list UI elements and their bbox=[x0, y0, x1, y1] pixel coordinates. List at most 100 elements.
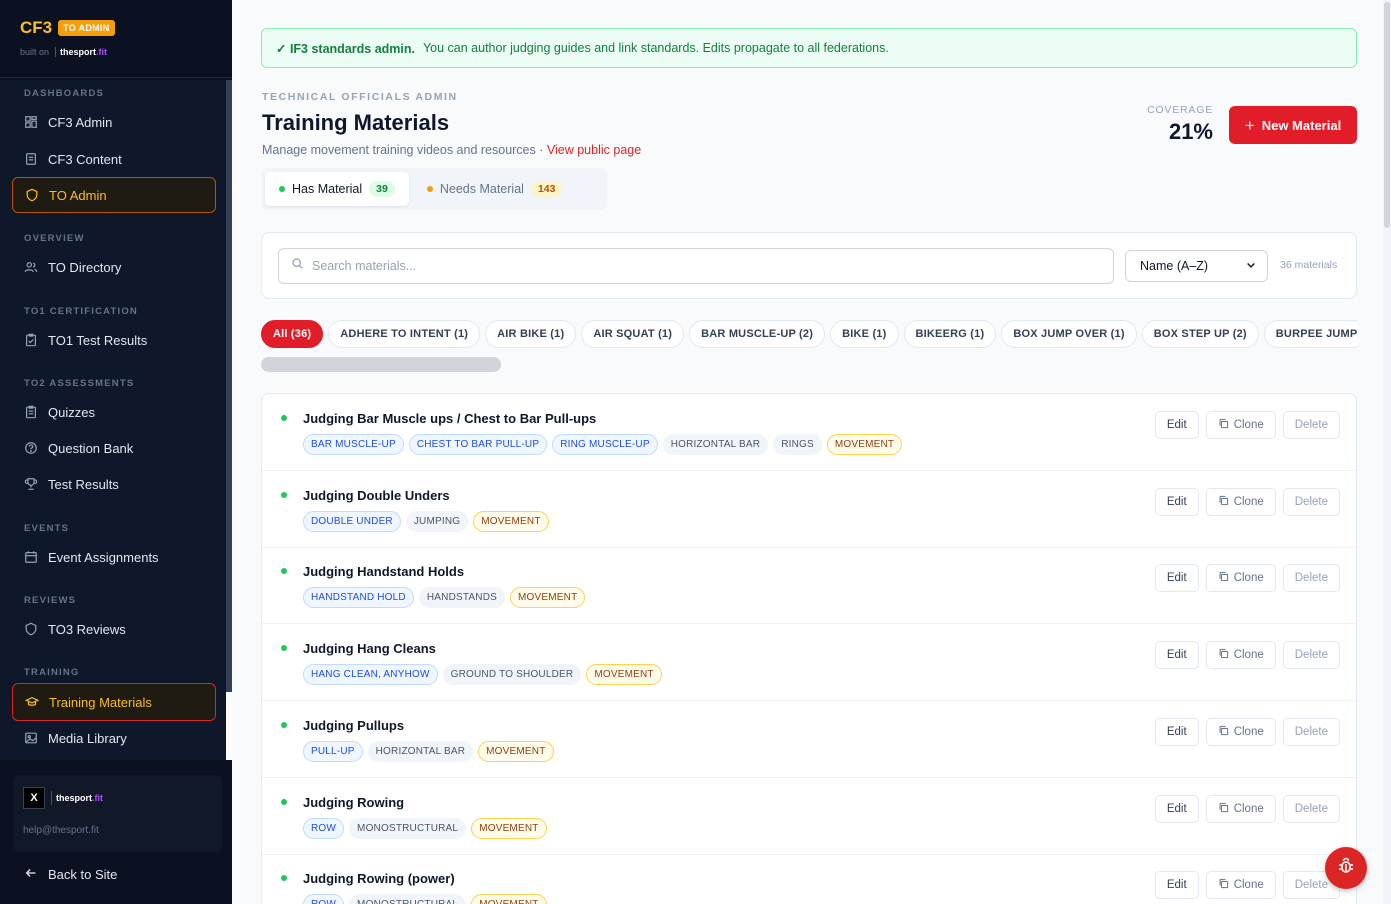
coverage-stat: COVERAGE 21% bbox=[1147, 104, 1213, 145]
tab-needs-material[interactable]: Needs Material 143 bbox=[413, 172, 577, 206]
clone-button[interactable]: Clone bbox=[1205, 487, 1276, 516]
filter-chip-all[interactable]: All (36) bbox=[261, 320, 324, 348]
back-to-site-link[interactable]: Back to Site bbox=[24, 866, 117, 883]
material-tag: MOVEMENT bbox=[478, 740, 554, 762]
sidebar-item-label: Quizzes bbox=[48, 404, 95, 420]
row-actions: Edit Clone Delete bbox=[1154, 871, 1340, 900]
sidebar-item-cf3-admin[interactable]: CF3 Admin bbox=[12, 104, 216, 140]
clone-button[interactable]: Clone bbox=[1205, 411, 1276, 439]
material-row: Judging Pullups PULL-UP HORIZONTAL BAR MOVE… bbox=[262, 701, 1356, 778]
new-material-button[interactable]: + New Material bbox=[1229, 106, 1357, 144]
filter-chip[interactable]: BOX STEP UP (2) bbox=[1141, 320, 1259, 348]
sidebar-item-to-admin[interactable]: TO Admin bbox=[12, 177, 216, 213]
material-title[interactable]: Judging Handstand Holds bbox=[303, 564, 464, 579]
clone-button[interactable]: Clone bbox=[1205, 717, 1276, 746]
sidebar-item-to-directory[interactable]: TO Directory bbox=[12, 249, 216, 285]
page-scrollbar-thumb[interactable] bbox=[1384, 2, 1390, 228]
material-title[interactable]: Judging Double Unders bbox=[303, 488, 450, 503]
thesport-logo: thesport.fit bbox=[55, 47, 107, 57]
edit-button[interactable]: Edit bbox=[1154, 641, 1199, 670]
edit-button[interactable]: Edit bbox=[1154, 717, 1199, 746]
main-content: ✓ IF3 standards admin. You can author ju… bbox=[232, 0, 1391, 904]
material-tag: HORIZONTAL BAR bbox=[662, 434, 769, 455]
material-row: Judging Bar Muscle ups / Chest to Bar Pu… bbox=[262, 394, 1356, 471]
edit-button[interactable]: Edit bbox=[1154, 794, 1199, 823]
section-reviews: REVIEWS bbox=[24, 595, 77, 606]
coverage-value: 21% bbox=[1168, 119, 1213, 144]
delete-button[interactable]: Delete bbox=[1282, 564, 1340, 593]
materials-count: 36 materials bbox=[1280, 259, 1338, 271]
material-row: Judging Double Unders DOUBLE UNDER JUMPING… bbox=[262, 471, 1356, 548]
material-title[interactable]: Judging Bar Muscle ups / Chest to Bar Pu… bbox=[303, 411, 596, 426]
filter-chip[interactable]: BOX JUMP OVER (1) bbox=[1001, 320, 1137, 348]
shield-icon bbox=[24, 622, 38, 636]
sidebar-item-question-bank[interactable]: Question Bank bbox=[12, 430, 216, 466]
section-to1: TO1 CERTIFICATION bbox=[24, 306, 138, 317]
status-dot-icon bbox=[279, 186, 285, 192]
tab-has-material[interactable]: Has Material 39 bbox=[265, 172, 409, 206]
delete-button[interactable]: Delete bbox=[1282, 794, 1340, 823]
status-dot-icon bbox=[281, 415, 287, 421]
search-card: Name (A–Z) 36 materials bbox=[261, 232, 1357, 299]
sidebar-item-label: TO3 Reviews bbox=[48, 621, 126, 637]
delete-button[interactable]: Delete bbox=[1282, 487, 1340, 516]
support-email[interactable]: help@thesport.fit bbox=[23, 825, 212, 836]
status-dot-icon bbox=[426, 186, 433, 192]
clone-button[interactable]: Clone bbox=[1205, 794, 1276, 823]
row-actions: Edit Clone Delete bbox=[1154, 564, 1340, 593]
filter-chip[interactable]: BIKE (1) bbox=[830, 320, 899, 348]
search-input[interactable] bbox=[312, 259, 1092, 273]
material-row: Judging Rowing ROW MONOSTRUCTURAL MOVEMENT E… bbox=[262, 778, 1356, 855]
materials-list: Judging Bar Muscle ups / Chest to Bar Pu… bbox=[261, 393, 1357, 904]
page-scrollbar[interactable] bbox=[1383, 0, 1391, 904]
brand-logo[interactable]: CF3 bbox=[20, 18, 52, 38]
filter-chip[interactable]: AIR SQUAT (1) bbox=[581, 320, 685, 348]
clone-label: Clone bbox=[1233, 419, 1264, 431]
filter-chip[interactable]: ADHERE TO INTENT (1) bbox=[328, 320, 481, 348]
sort-select[interactable]: Name (A–Z) bbox=[1125, 250, 1268, 282]
search-box[interactable] bbox=[278, 248, 1114, 284]
clone-button[interactable]: Clone bbox=[1205, 564, 1276, 593]
sidebar-item-quizzes[interactable]: Quizzes bbox=[12, 394, 216, 430]
image-icon bbox=[24, 731, 38, 745]
filter-chip[interactable]: AIR BIKE (1) bbox=[485, 320, 577, 348]
edit-button[interactable]: Edit bbox=[1154, 564, 1199, 593]
sidebar-item-to1-results[interactable]: TO1 Test Results bbox=[12, 322, 216, 358]
chips-scrollbar[interactable] bbox=[261, 357, 501, 372]
copy-icon bbox=[1218, 495, 1229, 509]
new-material-label: New Material bbox=[1261, 117, 1342, 133]
material-title[interactable]: Judging Hang Cleans bbox=[303, 641, 436, 656]
sidebar-item-training-materials[interactable]: Training Materials bbox=[12, 683, 216, 721]
filter-chip[interactable]: BURPEE JUMP OVER C bbox=[1263, 320, 1357, 348]
material-title[interactable]: Judging Pullups bbox=[303, 718, 404, 733]
sidebar-item-cf3-content[interactable]: CF3 Content bbox=[12, 141, 216, 177]
page-subtitle: Manage movement training videos and reso… bbox=[262, 143, 641, 157]
material-tag: CHEST TO BAR PULL-UP bbox=[408, 434, 548, 455]
delete-button[interactable]: Delete bbox=[1282, 411, 1340, 439]
sidebar-item-test-results[interactable]: Test Results bbox=[12, 466, 216, 502]
view-public-page-link[interactable]: View public page bbox=[547, 143, 641, 157]
edit-button[interactable]: Edit bbox=[1154, 487, 1199, 516]
filter-chip[interactable]: BIKEERG (1) bbox=[903, 320, 997, 348]
report-bug-button[interactable] bbox=[1325, 847, 1367, 889]
material-tags: DOUBLE UNDER JUMPING MOVEMENT bbox=[303, 510, 549, 532]
sidebar-item-to3-reviews[interactable]: TO3 Reviews bbox=[12, 611, 216, 647]
clone-button[interactable]: Clone bbox=[1205, 641, 1276, 670]
sidebar-item-event-assignments[interactable]: Event Assignments bbox=[12, 539, 216, 575]
edit-button[interactable]: Edit bbox=[1154, 411, 1199, 439]
clone-button[interactable]: Clone bbox=[1205, 871, 1276, 900]
section-dashboards: DASHBOARDS bbox=[24, 88, 105, 99]
material-title[interactable]: Judging Rowing bbox=[303, 795, 404, 810]
arrow-left-icon bbox=[24, 866, 38, 883]
material-tag: HANDSTANDS bbox=[418, 587, 506, 609]
banner-text: You can author judging guides and link s… bbox=[422, 41, 889, 55]
delete-button[interactable]: Delete bbox=[1282, 717, 1340, 746]
copy-icon bbox=[1218, 725, 1229, 739]
delete-button[interactable]: Delete bbox=[1282, 641, 1340, 670]
bug-icon bbox=[1336, 856, 1356, 881]
graduation-cap-icon bbox=[25, 695, 39, 709]
edit-button[interactable]: Edit bbox=[1154, 871, 1199, 900]
material-title[interactable]: Judging Rowing (power) bbox=[303, 871, 455, 886]
filter-chip[interactable]: BAR MUSCLE-UP (2) bbox=[689, 320, 826, 348]
sidebar-item-media-library[interactable]: Media Library bbox=[12, 720, 216, 756]
